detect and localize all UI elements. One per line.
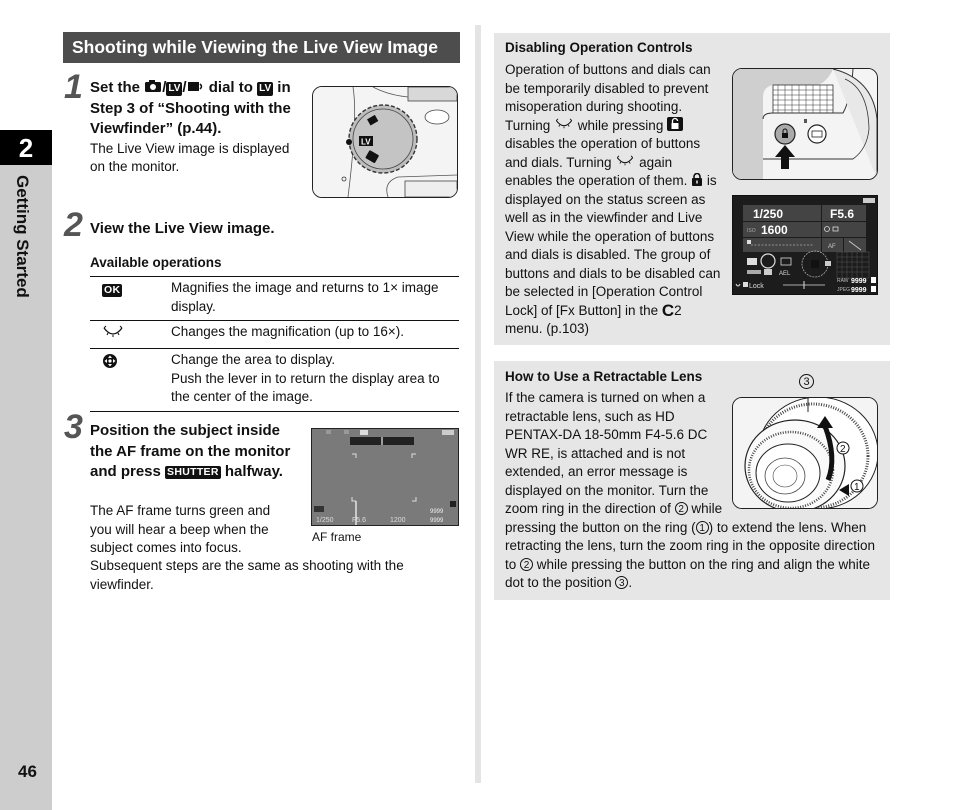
operations-table: OK Magnifies the image and returns to 1×… xyxy=(90,276,459,412)
four-way-lever-icon xyxy=(90,351,171,407)
status-jpeg-label: JPEG xyxy=(837,287,850,293)
status-af: AF xyxy=(828,244,836,250)
step-2-title: View the Live View image. xyxy=(90,220,275,237)
step-3-number: 3 xyxy=(64,408,83,446)
status-shutter: 1/250 xyxy=(753,207,783,221)
chapter-title: Getting Started xyxy=(12,175,42,315)
status-lock-label: Lock xyxy=(749,283,764,290)
status-iso: 1600 xyxy=(761,223,788,237)
operation-desc: Change the area to display. Push the lev… xyxy=(171,352,440,404)
lcd-raw-count: 9999 xyxy=(430,509,444,515)
operation-row: OK Magnifies the image and returns to 1×… xyxy=(90,277,459,321)
marker-3: 3 xyxy=(615,576,629,589)
step-1-body: The Live View image is displayed on the … xyxy=(90,140,290,175)
shutter-button-icon: SHUTTER xyxy=(165,466,221,479)
status-aperture: F5.6 xyxy=(830,207,854,221)
note-disabling-title: Disabling Operation Controls xyxy=(505,40,693,55)
note-disabling-body: Operation of buttons and dials can be te… xyxy=(505,62,721,336)
status-raw-count: 9999 xyxy=(851,278,867,285)
camera-icon xyxy=(144,79,162,96)
rear-dial-icon xyxy=(615,155,635,170)
operation-row: Change the area to display. Push the lev… xyxy=(90,349,459,412)
step-3-title: Position the subject inside the AF frame… xyxy=(90,422,291,480)
page-number: 46 xyxy=(18,762,37,781)
lcd-iso: 1200 xyxy=(390,517,406,524)
step-1: Set the / LV / dial to LV in Step 3 of “Sh… xyxy=(90,78,305,177)
chapter-title-text: Getting Started xyxy=(13,175,32,298)
status-screen-illustration: 1/250 F5.6 1600 ISO AF AEL Lock RAW 9999… xyxy=(732,195,878,295)
lv-icon: LV xyxy=(166,82,183,96)
note-lens-title: How to Use a Retractable Lens xyxy=(505,369,703,384)
marker-2: 2 xyxy=(674,502,688,515)
marker-1: 1 xyxy=(695,520,709,534)
column-divider xyxy=(475,25,481,783)
ok-button-icon: OK xyxy=(102,284,123,297)
movie-icon xyxy=(187,79,205,96)
lock-button-illustration xyxy=(732,68,878,180)
custom-menu-icon: C xyxy=(661,300,675,320)
svg-text:LV: LV xyxy=(361,138,371,147)
rear-dial-icon xyxy=(554,118,574,133)
step-1-number: 1 xyxy=(64,68,83,106)
status-jpeg-count: 9999 xyxy=(851,287,867,294)
marker-2: 2 xyxy=(520,557,534,571)
chapter-number: 2 xyxy=(0,130,52,165)
svg-text:ISO: ISO xyxy=(747,228,756,234)
step-1-title: Set the / LV / dial to LV in Step 3 of “Sh… xyxy=(90,79,291,137)
rear-dial-icon xyxy=(90,323,171,344)
lock-icon xyxy=(691,172,703,188)
status-ael: AEL xyxy=(779,271,791,277)
lcd-jpeg-count: 9999 xyxy=(430,518,444,524)
operation-row: Changes the magnification (up to 16×). xyxy=(90,321,459,349)
operation-desc: Changes the magnification (up to 16×). xyxy=(171,324,405,339)
svg-text:1: 1 xyxy=(854,482,860,493)
live-view-screen-illustration: 1/250 F5.6 1200 9999 9999 xyxy=(311,428,459,526)
svg-text:2: 2 xyxy=(840,444,846,455)
section-header: Shooting while Viewing the Live View Ima… xyxy=(63,32,460,63)
retractable-lens-illustration: 2 1 xyxy=(732,397,878,509)
step-2-number: 2 xyxy=(64,206,83,244)
af-frame-caption: AF frame xyxy=(312,530,362,544)
mode-dial-illustration: LV xyxy=(312,86,458,198)
lcd-aperture: F5.6 xyxy=(352,517,366,524)
operation-desc: Magnifies the image and returns to 1× im… xyxy=(171,280,439,314)
step-3-body-2: Subsequent steps are the same as shootin… xyxy=(90,558,404,592)
status-raw-label: RAW xyxy=(837,278,849,284)
lens-marker-3: 3 xyxy=(799,374,814,389)
lcd-shutter: 1/250 xyxy=(316,517,334,524)
lock-button-icon xyxy=(667,116,684,133)
lv-icon: LV xyxy=(257,82,274,96)
step-3-body: The AF frame turns green and you will he… xyxy=(90,503,271,555)
operations-title: Available operations xyxy=(90,255,222,270)
